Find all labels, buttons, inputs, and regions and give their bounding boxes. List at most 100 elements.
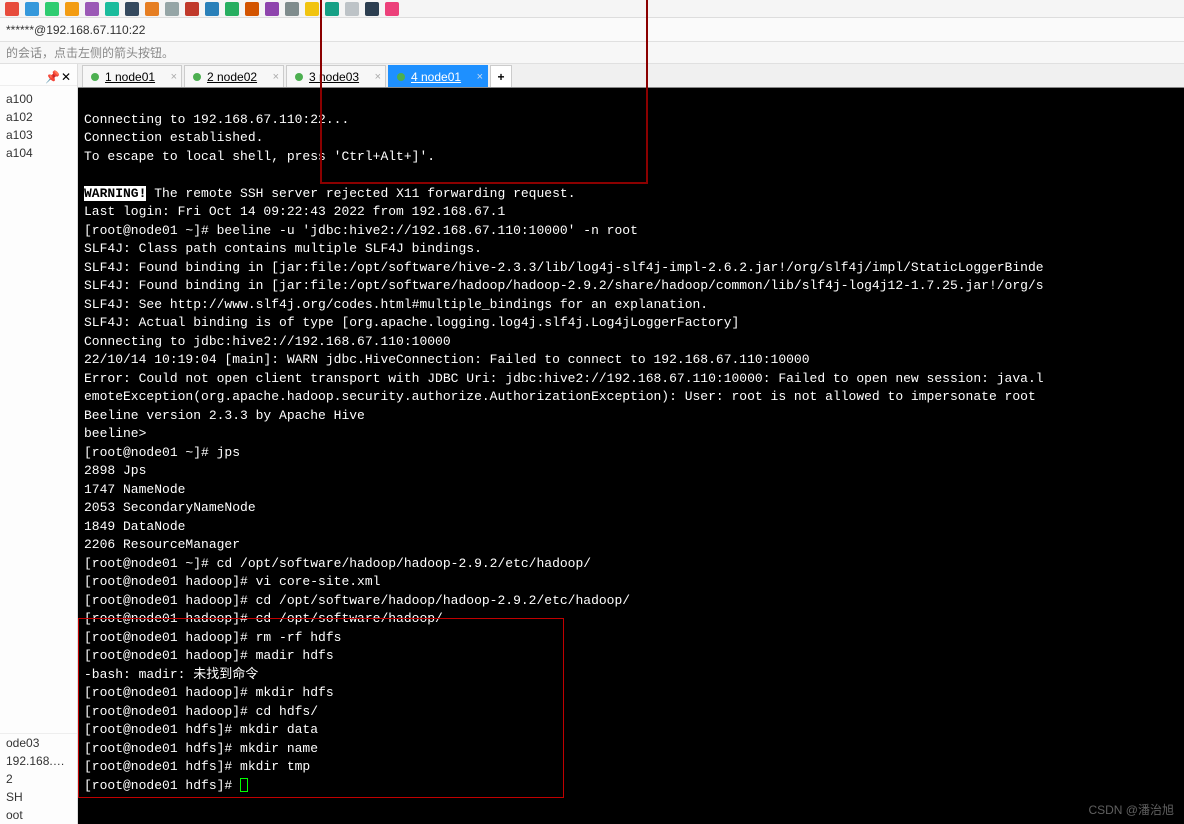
sidebar-detail-item[interactable]: 2 (0, 770, 77, 788)
terminal-line: To escape to local shell, press 'Ctrl+Al… (84, 148, 1178, 167)
sidebar-item[interactable]: a100 (0, 90, 77, 108)
status-dot-icon (397, 73, 405, 81)
terminal-line: SLF4J: Class path contains multiple SLF4… (84, 240, 1178, 259)
sidebar-item[interactable]: a104 (0, 144, 77, 162)
terminal-line: [root@node01 hadoop]# madir hdfs (84, 647, 1178, 666)
sidebar-session-list: a100a102a103a104 (0, 86, 77, 733)
terminal-line: [root@node01 hadoop]# cd /opt/software/h… (84, 610, 1178, 629)
tab-label: 1 node01 (105, 70, 155, 84)
terminal-line: Connection established. (84, 129, 1178, 148)
terminal-line: 2053 SecondaryNameNode (84, 499, 1178, 518)
terminal-line: SLF4J: Found binding in [jar:file:/opt/s… (84, 277, 1178, 296)
toolbar-icon[interactable] (385, 2, 399, 16)
terminal-line: [root@node01 hadoop]# rm -rf hdfs (84, 629, 1178, 648)
terminal-line: Last login: Fri Oct 14 09:22:43 2022 fro… (84, 203, 1178, 222)
terminal-line: [root@node01 hdfs]# mkdir data (84, 721, 1178, 740)
toolbar-icon[interactable] (45, 2, 59, 16)
window-title: ******@192.168.67.110:22 (6, 23, 145, 37)
terminal-line: beeline> (84, 425, 1178, 444)
watermark: CSDN @潘治旭 (1088, 801, 1174, 818)
session-tab[interactable]: 1 node01 × (82, 65, 182, 87)
terminal-line (84, 166, 1178, 185)
terminal-line: 2206 ResourceManager (84, 536, 1178, 555)
toolbar-icon[interactable] (365, 2, 379, 16)
terminal-line: [root@node01 hadoop]# cd hdfs/ (84, 703, 1178, 722)
terminal-line (84, 92, 1178, 111)
session-info-text: 的会话，点击左侧的箭头按钮。 (6, 44, 174, 61)
pin-icon[interactable]: 📌 (45, 70, 55, 80)
terminal-line: Connecting to jdbc:hive2://192.168.67.11… (84, 333, 1178, 352)
sidebar-item[interactable]: a103 (0, 126, 77, 144)
terminal-line: [root@node01 hdfs]# (84, 777, 1178, 796)
app-toolbar (0, 0, 1184, 18)
terminal-line: 1849 DataNode (84, 518, 1178, 537)
terminal-line: [root@node01 hadoop]# mkdir hdfs (84, 684, 1178, 703)
toolbar-icon[interactable] (145, 2, 159, 16)
toolbar-icon[interactable] (305, 2, 319, 16)
terminal-line: Error: Could not open client transport w… (84, 370, 1178, 389)
terminal-line: SLF4J: Found binding in [jar:file:/opt/s… (84, 259, 1178, 278)
add-tab-button[interactable]: + (490, 65, 512, 87)
terminal-output[interactable]: Connecting to 192.168.67.110:22...Connec… (78, 88, 1184, 824)
tab-close-icon[interactable]: × (171, 71, 177, 83)
terminal-line: 1747 NameNode (84, 481, 1178, 500)
toolbar-icon[interactable] (285, 2, 299, 16)
toolbar-icon[interactable] (105, 2, 119, 16)
content-pane: 1 node01 × 2 node02 × 3 node03 × 4 node01 × + Co… (78, 64, 1184, 824)
sidebar-detail-item[interactable]: 192.168.67... (0, 752, 77, 770)
terminal-cursor (240, 778, 248, 792)
session-tab[interactable]: 4 node01 × (388, 65, 488, 87)
terminal-line: -bash: madir: 未找到命令 (84, 666, 1178, 685)
toolbar-icon[interactable] (65, 2, 79, 16)
session-sidebar: 📌 ✕ a100a102a103a104 ode03192.168.67...2… (0, 64, 78, 824)
terminal-line: [root@node01 ~]# beeline -u 'jdbc:hive2:… (84, 222, 1178, 241)
sidebar-item[interactable]: a102 (0, 108, 77, 126)
terminal-line: [root@node01 hadoop]# cd /opt/software/h… (84, 592, 1178, 611)
tab-label: 3 node03 (309, 70, 359, 84)
terminal-line: [root@node01 hadoop]# vi core-site.xml (84, 573, 1178, 592)
terminal-line: [root@node01 hdfs]# mkdir tmp (84, 758, 1178, 777)
status-dot-icon (193, 73, 201, 81)
terminal-line: 2898 Jps (84, 462, 1178, 481)
terminal-line: SLF4J: See http://www.slf4j.org/codes.ht… (84, 296, 1178, 315)
session-tab[interactable]: 3 node03 × (286, 65, 386, 87)
toolbar-icon[interactable] (165, 2, 179, 16)
terminal-line: [root@node01 hdfs]# mkdir name (84, 740, 1178, 759)
tab-close-icon[interactable]: × (375, 71, 381, 83)
terminal-line: emoteException(org.apache.hadoop.securit… (84, 388, 1178, 407)
tabs-bar: 1 node01 × 2 node02 × 3 node03 × 4 node01 × + (78, 64, 1184, 88)
close-icon[interactable]: ✕ (61, 70, 71, 80)
toolbar-icon[interactable] (5, 2, 19, 16)
terminal-line: [root@node01 ~]# cd /opt/software/hadoop… (84, 555, 1178, 574)
toolbar-icon[interactable] (85, 2, 99, 16)
status-dot-icon (91, 73, 99, 81)
terminal-line: 22/10/14 10:19:04 [main]: WARN jdbc.Hive… (84, 351, 1178, 370)
toolbar-icon[interactable] (325, 2, 339, 16)
terminal-line: [root@node01 ~]# jps (84, 444, 1178, 463)
toolbar-icon[interactable] (245, 2, 259, 16)
toolbar-icon[interactable] (345, 2, 359, 16)
session-info-bar: 的会话，点击左侧的箭头按钮。 (0, 42, 1184, 64)
toolbar-icon[interactable] (205, 2, 219, 16)
sidebar-bottom-list: ode03192.168.67...2SHoot (0, 733, 77, 824)
tab-label: 2 node02 (207, 70, 257, 84)
terminal-line: Connecting to 192.168.67.110:22... (84, 111, 1178, 130)
sidebar-detail-item[interactable]: oot (0, 806, 77, 824)
tab-label: 4 node01 (411, 70, 461, 84)
sidebar-detail-item[interactable]: SH (0, 788, 77, 806)
window-title-bar: ******@192.168.67.110:22 (0, 18, 1184, 42)
status-dot-icon (295, 73, 303, 81)
sidebar-detail-item[interactable]: ode03 (0, 734, 77, 752)
toolbar-icon[interactable] (225, 2, 239, 16)
sidebar-header: 📌 ✕ (0, 64, 77, 86)
tab-close-icon[interactable]: × (477, 71, 483, 83)
terminal-line: SLF4J: Actual binding is of type [org.ap… (84, 314, 1178, 333)
tab-close-icon[interactable]: × (273, 71, 279, 83)
session-tab[interactable]: 2 node02 × (184, 65, 284, 87)
toolbar-icon[interactable] (185, 2, 199, 16)
terminal-line: Beeline version 2.3.3 by Apache Hive (84, 407, 1178, 426)
toolbar-icon[interactable] (25, 2, 39, 16)
toolbar-icon[interactable] (265, 2, 279, 16)
terminal-line: WARNING! The remote SSH server rejected … (84, 185, 1178, 204)
toolbar-icon[interactable] (125, 2, 139, 16)
